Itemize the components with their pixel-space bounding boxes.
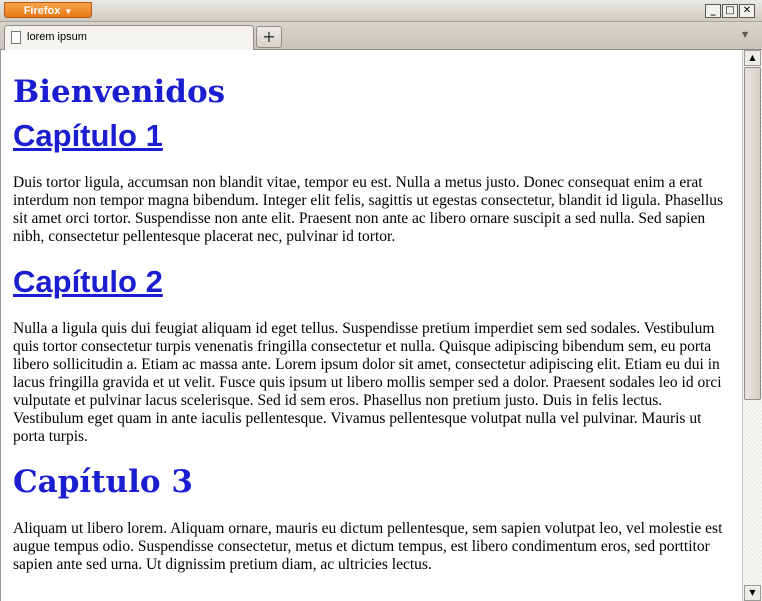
page-icon [11,31,21,44]
chapter-2-paragraph: Nulla a ligula quis dui feugiat aliquam … [13,320,722,445]
tab-lorem-ipsum[interactable]: lorem ipsum [4,25,254,50]
list-all-tabs-button[interactable]: ▼ [742,30,748,39]
scroll-down-arrow-icon[interactable]: ▼ [744,585,761,601]
close-button[interactable]: ✕ [739,4,755,18]
minimize-button[interactable]: _ [705,4,721,18]
title-bar: Firefox ▼ _ □ ✕ [0,0,762,22]
page-content: Bienvenidos Capítulo 1 Duis tortor ligul… [0,50,742,601]
firefox-menu-label: Firefox [23,5,61,17]
new-tab-button[interactable]: + [256,26,282,48]
chevron-down-icon: ▼ [64,7,73,16]
chapter-3-paragraph: Aliquam ut libero lorem. Aliquam ornare,… [13,520,723,573]
scroll-up-arrow-icon[interactable]: ▲ [744,50,761,66]
chapter-1-paragraph: Duis tortor ligula, accumsan non blandit… [13,174,724,245]
vertical-scrollbar[interactable]: ▲ ▼ [742,50,762,601]
chapter-2-heading-link[interactable]: Capítulo 2 [13,264,730,300]
page-title: Bienvenidos [13,74,226,110]
maximize-button[interactable]: □ [722,4,738,18]
scrollbar-thumb[interactable] [744,67,761,400]
firefox-menu-button[interactable]: Firefox ▼ [4,2,92,18]
chapter-1-heading-link[interactable]: Capítulo 1 [13,118,730,154]
chapter-3-heading: Capítulo 3 [13,464,193,500]
tab-strip: lorem ipsum + ▼ [0,22,762,50]
tab-label: lorem ipsum [27,31,87,43]
